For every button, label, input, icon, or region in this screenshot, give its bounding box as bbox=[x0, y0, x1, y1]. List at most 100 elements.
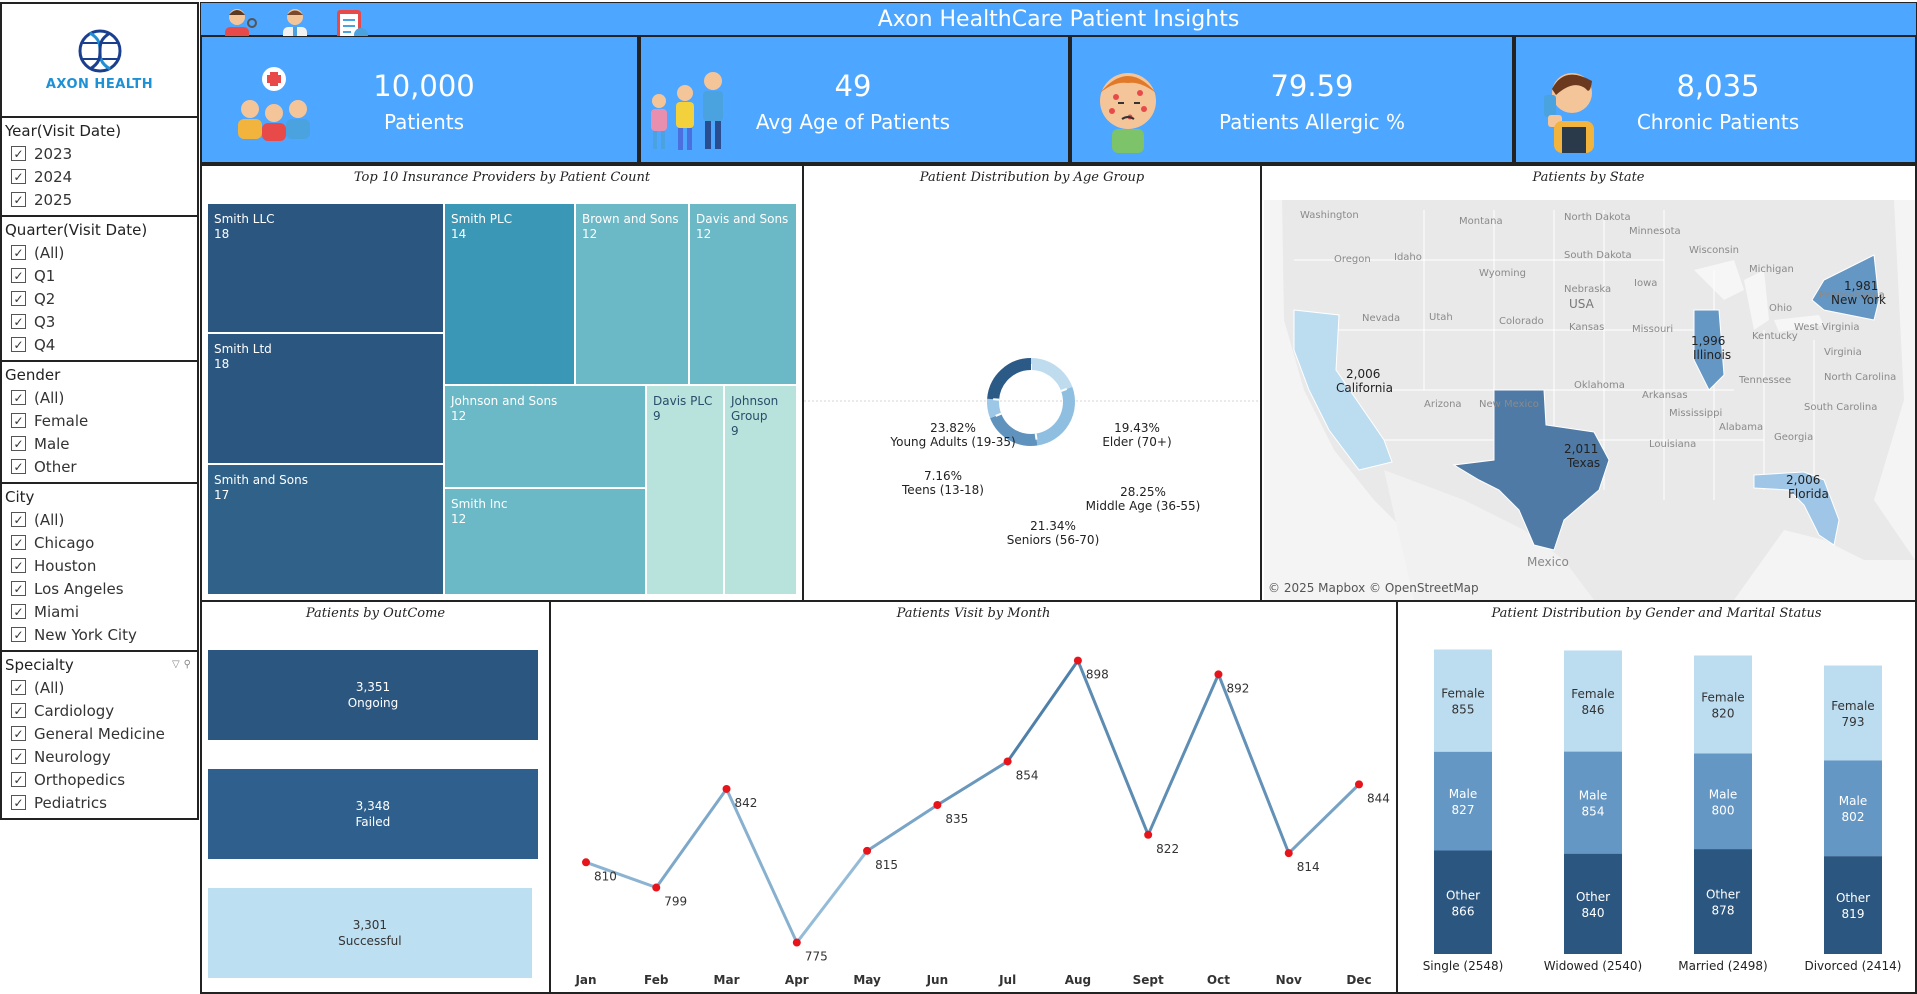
specialty-option[interactable]: ✓ Pediatrics bbox=[2, 791, 197, 814]
checkbox[interactable]: ✓ bbox=[11, 413, 26, 428]
outcome-bar[interactable]: 3,348 Failed bbox=[208, 769, 538, 859]
data-point[interactable] bbox=[1355, 780, 1363, 789]
checkbox[interactable]: ✓ bbox=[11, 558, 26, 573]
segment-value-label: 800 bbox=[1712, 803, 1735, 817]
x-tick-label: Aug bbox=[1065, 973, 1091, 987]
checkbox[interactable]: ✓ bbox=[11, 604, 26, 619]
quarter-option[interactable]: ✓ Q1 bbox=[2, 264, 197, 287]
gender-option[interactable]: ✓ Female bbox=[2, 409, 197, 432]
donut-slice[interactable] bbox=[987, 358, 1032, 400]
checkbox[interactable]: ✓ bbox=[11, 436, 26, 451]
gender-option[interactable]: ✓ (All) bbox=[2, 386, 197, 409]
data-point[interactable] bbox=[1284, 849, 1293, 858]
x-category-label: Widowed (2540) bbox=[1544, 959, 1642, 973]
city-option[interactable]: ✓ (All) bbox=[2, 508, 197, 531]
x-tick-label: Feb bbox=[644, 973, 669, 987]
map-bg-label: New Mexico bbox=[1479, 399, 1539, 410]
outcome-bar[interactable]: 3,351 Ongoing bbox=[208, 650, 538, 740]
checkbox[interactable]: ✓ bbox=[11, 291, 26, 306]
checkbox[interactable]: ✓ bbox=[11, 459, 26, 474]
city-option[interactable]: ✓ Houston bbox=[2, 554, 197, 577]
search-icon[interactable]: ⚲ bbox=[184, 654, 191, 676]
checkbox[interactable]: ✓ bbox=[11, 245, 26, 260]
gender-option[interactable]: ✓ Male bbox=[2, 432, 197, 455]
checkbox[interactable]: ✓ bbox=[11, 795, 26, 810]
treemap-tile[interactable]: Smith and Sons 17 bbox=[207, 464, 444, 595]
checkbox[interactable]: ✓ bbox=[11, 581, 26, 596]
data-point[interactable] bbox=[1144, 830, 1153, 839]
city-option[interactable]: ✓ New York City bbox=[2, 623, 197, 646]
panel-title: Top 10 Insurance Providers by Patient Co… bbox=[353, 170, 651, 185]
x-tick-label: Dec bbox=[1346, 973, 1371, 987]
donut-slice[interactable] bbox=[1035, 386, 1075, 446]
donut-slice[interactable] bbox=[987, 398, 1002, 419]
us-map[interactable]: Washington Oregon Idaho Montana Wyoming … bbox=[1264, 200, 1915, 600]
treemap-tile[interactable]: Davis and Sons 12 bbox=[689, 203, 797, 385]
year-option[interactable]: ✓ 2024 bbox=[2, 165, 197, 188]
map-bg-label: Louisiana bbox=[1649, 439, 1696, 450]
donut-category-label: Young Adults (19-35) bbox=[889, 435, 1015, 449]
gender-filter-title: Gender bbox=[5, 365, 61, 384]
checkbox[interactable]: ✓ bbox=[11, 512, 26, 527]
checkbox[interactable]: ✓ bbox=[11, 337, 26, 352]
data-point[interactable] bbox=[1214, 670, 1223, 679]
quarter-option[interactable]: ✓ (All) bbox=[2, 241, 197, 264]
data-point[interactable] bbox=[722, 784, 731, 793]
quarter-option[interactable]: ✓ Q3 bbox=[2, 310, 197, 333]
treemap-tile[interactable]: Davis PLC 9 bbox=[646, 385, 724, 595]
data-point[interactable] bbox=[1073, 656, 1082, 665]
checkbox[interactable]: ✓ bbox=[11, 726, 26, 741]
treemap-tile[interactable]: Johnson Group 9 bbox=[724, 385, 797, 595]
treemap-tile[interactable]: Brown and Sons 12 bbox=[575, 203, 689, 385]
segment-value-label: 854 bbox=[1582, 805, 1605, 819]
specialty-option[interactable]: ✓ General Medicine bbox=[2, 722, 197, 745]
checkbox[interactable]: ✓ bbox=[11, 268, 26, 283]
segment-series-label: Female bbox=[1831, 699, 1874, 713]
donut-percent-label: 7.16% bbox=[924, 469, 962, 483]
data-point[interactable] bbox=[652, 883, 661, 892]
checkbox[interactable]: ✓ bbox=[11, 390, 26, 405]
city-option[interactable]: ✓ Los Angeles bbox=[2, 577, 197, 600]
segment-value-label: 866 bbox=[1452, 904, 1475, 918]
checkbox[interactable]: ✓ bbox=[11, 703, 26, 718]
data-point[interactable] bbox=[792, 938, 801, 947]
checkbox[interactable]: ✓ bbox=[11, 772, 26, 787]
year-option[interactable]: ✓ 2023 bbox=[2, 142, 197, 165]
checkbox[interactable]: ✓ bbox=[11, 169, 26, 184]
year-option[interactable]: ✓ 2025 bbox=[2, 188, 197, 211]
state-name: Florida bbox=[1788, 487, 1829, 501]
city-option[interactable]: ✓ Miami bbox=[2, 600, 197, 623]
quarter-option[interactable]: ✓ Q4 bbox=[2, 333, 197, 356]
specialty-option[interactable]: ✓ Orthopedics bbox=[2, 768, 197, 791]
donut-slice[interactable] bbox=[1030, 358, 1073, 392]
gender-option[interactable]: ✓ Other bbox=[2, 455, 197, 478]
checkbox[interactable]: ✓ bbox=[11, 680, 26, 695]
data-point[interactable] bbox=[863, 846, 872, 855]
outcome-bar[interactable]: 3,301 Successful bbox=[208, 888, 532, 978]
checkbox[interactable]: ✓ bbox=[11, 749, 26, 764]
x-tick-label: Oct bbox=[1207, 973, 1230, 987]
specialty-option[interactable]: ✓ (All) bbox=[2, 676, 197, 699]
state-value: 2,011 bbox=[1564, 442, 1598, 456]
checkbox[interactable]: ✓ bbox=[11, 192, 26, 207]
donut-percent-label: 28.25% bbox=[1120, 485, 1166, 499]
data-point[interactable] bbox=[933, 801, 942, 809]
line-segment bbox=[1006, 659, 1080, 763]
treemap-tile[interactable]: Johnson and Sons 12 bbox=[444, 385, 646, 488]
specialty-option[interactable]: ✓ Cardiology bbox=[2, 699, 197, 722]
filter-funnel-icon[interactable]: ▽ bbox=[172, 654, 180, 676]
treemap-tile[interactable]: Smith Inc 12 bbox=[444, 488, 646, 595]
data-point[interactable] bbox=[1003, 757, 1012, 766]
quarter-option[interactable]: ✓ Q2 bbox=[2, 287, 197, 310]
checkbox[interactable]: ✓ bbox=[11, 627, 26, 642]
checkbox[interactable]: ✓ bbox=[11, 314, 26, 329]
data-point[interactable] bbox=[582, 858, 590, 867]
specialty-option[interactable]: ✓ Neurology bbox=[2, 745, 197, 768]
checkbox[interactable]: ✓ bbox=[11, 535, 26, 550]
checkbox[interactable]: ✓ bbox=[11, 146, 26, 161]
city-option[interactable]: ✓ Chicago bbox=[2, 531, 197, 554]
state-map-panel: Patients by State Washington Oregon Idah… bbox=[1260, 164, 1917, 602]
treemap-tile[interactable]: Smith PLC 14 bbox=[444, 203, 575, 385]
treemap-tile[interactable]: Smith LLC 18 bbox=[207, 203, 444, 333]
treemap-tile[interactable]: Smith Ltd 18 bbox=[207, 333, 444, 464]
